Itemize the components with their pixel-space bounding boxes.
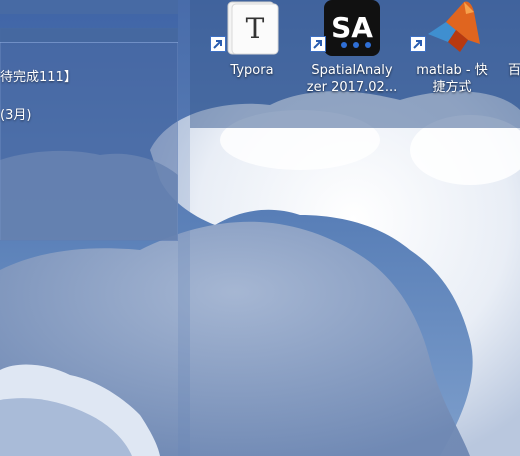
spatialanalyzer-label-line-1: SpatialAnaly [311,63,393,78]
shortcut-arrow-icon [410,36,426,52]
partial-shortcut-label: 百 [508,63,520,78]
matlab-label-line-1: matlab - 快 [416,63,488,78]
side-panel[interactable]: 待完成111】 (3月) [0,28,178,241]
spatialanalyzer-glyph: SA [331,11,373,44]
spatialanalyzer-label: SpatialAnaly zer 2017.02... [306,62,398,96]
matlab-label-line-2: 捷方式 [432,80,472,95]
panel-edge [178,0,190,456]
spatialanalyzer-shortcut[interactable]: SA SpatialAnaly zer 2017.02... [306,0,398,104]
panel-text-line-2[interactable]: (3月) [0,104,31,123]
partial-shortcut[interactable]: 百 [496,0,520,104]
spatialanalyzer-icon: SA [324,0,380,56]
matlab-icon [424,0,480,56]
typora-icon: T [224,0,280,56]
desktop[interactable]: 待完成111】 (3月) T Typora SA SpatialAnaly ze… [0,0,520,456]
panel-text-line-1[interactable]: 待完成111】 [0,66,77,85]
matlab-shortcut[interactable]: matlab - 快 捷方式 [406,0,498,104]
panel-title-bar[interactable] [0,28,178,42]
typora-shortcut[interactable]: T Typora [206,0,298,104]
shortcut-arrow-icon [210,36,226,52]
panel-top-strip [0,0,178,14]
typora-glyph: T [246,12,265,45]
shortcut-arrow-icon [310,36,326,52]
spatialanalyzer-label-line-2: zer 2017.02... [306,80,398,95]
typora-label: Typora [230,63,274,78]
matlab-label: matlab - 快 捷方式 [406,62,498,96]
